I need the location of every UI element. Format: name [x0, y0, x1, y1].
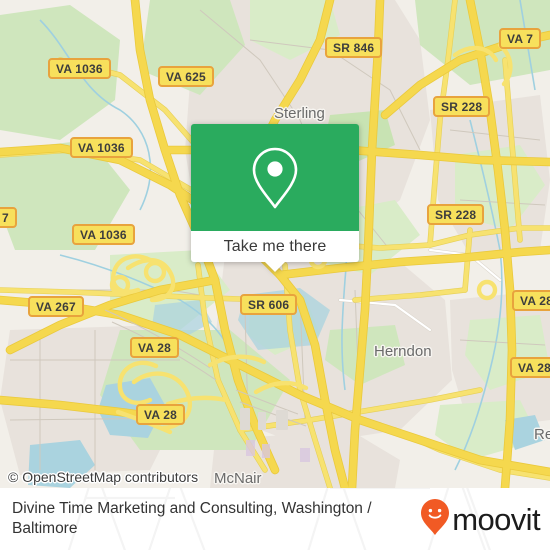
take-me-there-label: Take me there — [223, 237, 327, 255]
place-label-reston: Re — [534, 426, 550, 443]
place-label-mcnair: McNair — [214, 470, 262, 487]
map-canvas[interactable]: .land { fill:#f2efe9; } .resid { fill:#e… — [0, 0, 550, 488]
footer-bar: Divine Time Marketing and Consulting, Wa… — [0, 488, 550, 550]
place-label-herndon: Herndon — [374, 343, 432, 360]
popup-body[interactable]: Take me there — [191, 231, 359, 272]
road-shield[interactable]: SR 228 — [427, 204, 485, 225]
road-shield[interactable]: VA 28 — [130, 337, 180, 358]
road-shield[interactable]: VA 286 — [510, 357, 550, 378]
road-shield[interactable]: VA 1036 — [48, 58, 111, 79]
popup-pointer-tail — [264, 261, 286, 272]
road-shield[interactable]: VA 1036 — [70, 137, 133, 158]
map-attribution[interactable]: © OpenStreetMap contributors — [8, 469, 198, 485]
road-shield[interactable]: VA 267 — [28, 296, 84, 317]
moovit-wordmark: moovit — [452, 501, 540, 537]
road-shield[interactable]: VA 28 — [136, 404, 186, 425]
popup-header — [191, 124, 359, 231]
moovit-logo[interactable]: moovit — [420, 498, 541, 541]
road-shield[interactable]: VA 28 — [512, 290, 550, 311]
map-pin-icon — [250, 145, 300, 211]
road-shield[interactable]: 7 — [0, 207, 17, 228]
location-title: Divine Time Marketing and Consulting, Wa… — [12, 500, 372, 537]
footer-content: Divine Time Marketing and Consulting, Wa… — [0, 488, 550, 550]
road-shield[interactable]: VA 625 — [158, 66, 214, 87]
road-shield[interactable]: SR 606 — [240, 294, 298, 315]
moovit-map-screenshot: .land { fill:#f2efe9; } .resid { fill:#e… — [0, 0, 550, 550]
place-label-sterling: Sterling — [274, 105, 325, 122]
road-shield[interactable]: SR 846 — [325, 37, 383, 58]
road-shield[interactable]: VA 1036 — [72, 224, 135, 245]
road-shield[interactable]: VA 7 — [499, 28, 542, 49]
map-popup-card[interactable]: Take me there — [191, 124, 359, 272]
road-shield[interactable]: SR 228 — [433, 96, 491, 117]
moovit-smiley-pin-icon — [420, 498, 450, 541]
